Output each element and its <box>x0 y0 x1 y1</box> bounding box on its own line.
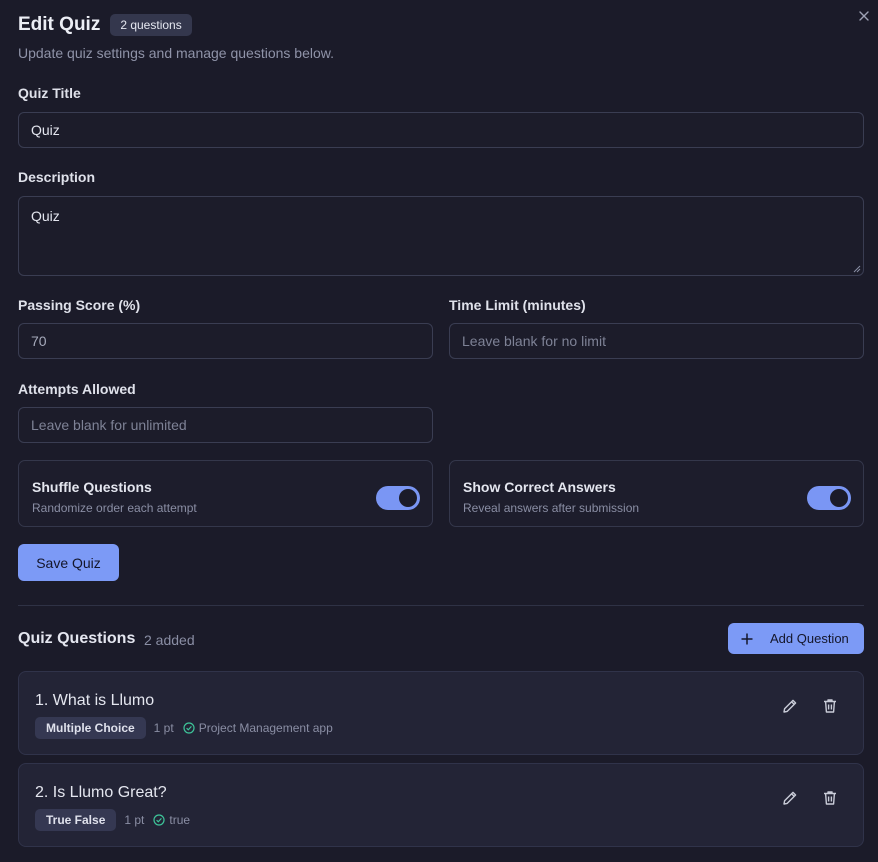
shuffle-questions-card: Shuffle Questions Randomize order each a… <box>18 460 433 527</box>
add-question-button[interactable]: Add Question <box>728 623 864 654</box>
description-label: Description <box>18 169 96 185</box>
question-count-badge: 2 questions <box>110 14 192 36</box>
description-textarea[interactable]: Quiz <box>18 196 864 276</box>
show-answers-description: Reveal answers after submission <box>463 501 640 515</box>
shuffle-questions-description: Randomize order each attempt <box>32 501 197 515</box>
trash-icon[interactable] <box>821 789 839 807</box>
show-answers-card: Show Correct Answers Reveal answers afte… <box>449 460 864 527</box>
trash-icon[interactable] <box>821 697 839 715</box>
resize-handle-icon[interactable] <box>853 265 861 273</box>
correct-answer: true <box>169 813 191 827</box>
passing-score-input[interactable]: 70 <box>18 323 433 359</box>
quiz-title-input[interactable]: Quiz <box>18 112 864 148</box>
question-card: 1. What is Llumo Multiple Choice 1 pt Pr… <box>18 671 864 755</box>
check-circle-icon <box>153 814 165 826</box>
attempts-input[interactable]: Leave blank for unlimited <box>18 407 433 443</box>
question-points: 1 pt <box>153 721 174 735</box>
correct-answer: Project Management app <box>198 721 333 735</box>
save-quiz-button[interactable]: Save Quiz <box>18 544 119 581</box>
show-answers-title: Show Correct Answers <box>463 479 616 495</box>
check-circle-icon <box>183 722 195 734</box>
section-divider <box>18 605 864 606</box>
shuffle-questions-toggle[interactable] <box>376 486 420 510</box>
attempts-label: Attempts Allowed <box>18 381 136 397</box>
shuffle-questions-title: Shuffle Questions <box>32 479 152 495</box>
question-points: 1 pt <box>124 813 145 827</box>
add-question-label: Add Question <box>770 631 849 646</box>
show-answers-toggle[interactable] <box>807 486 851 510</box>
dialog-header: Edit Quiz 2 questions <box>18 14 192 36</box>
description-value: Quiz <box>31 208 60 224</box>
dialog-title: Edit Quiz <box>18 14 101 35</box>
pencil-icon[interactable] <box>781 789 799 807</box>
toggle-knob <box>399 489 417 507</box>
question-meta: True False 1 pt true <box>35 809 190 831</box>
passing-score-label: Passing Score (%) <box>18 297 141 313</box>
question-text: 1. What is Llumo <box>35 692 155 709</box>
close-icon[interactable] <box>856 8 872 24</box>
toggle-knob <box>830 489 848 507</box>
time-limit-input[interactable]: Leave blank for no limit <box>449 323 864 359</box>
question-type-chip: Multiple Choice <box>35 717 146 739</box>
question-card: 2. Is Llumo Great? True False 1 pt true <box>18 763 864 847</box>
question-text: 2. Is Llumo Great? <box>35 784 167 801</box>
quiz-questions-count: 2 added <box>144 632 195 648</box>
time-limit-label: Time Limit (minutes) <box>449 297 586 313</box>
dialog-subtitle: Update quiz settings and manage question… <box>18 45 334 61</box>
quiz-title-label: Quiz Title <box>18 85 81 101</box>
pencil-icon[interactable] <box>781 697 799 715</box>
plus-icon <box>741 633 753 644</box>
quiz-questions-title: Quiz Questions <box>18 630 136 647</box>
question-meta: Multiple Choice 1 pt Project Management … <box>35 717 333 739</box>
question-type-chip: True False <box>35 809 117 831</box>
